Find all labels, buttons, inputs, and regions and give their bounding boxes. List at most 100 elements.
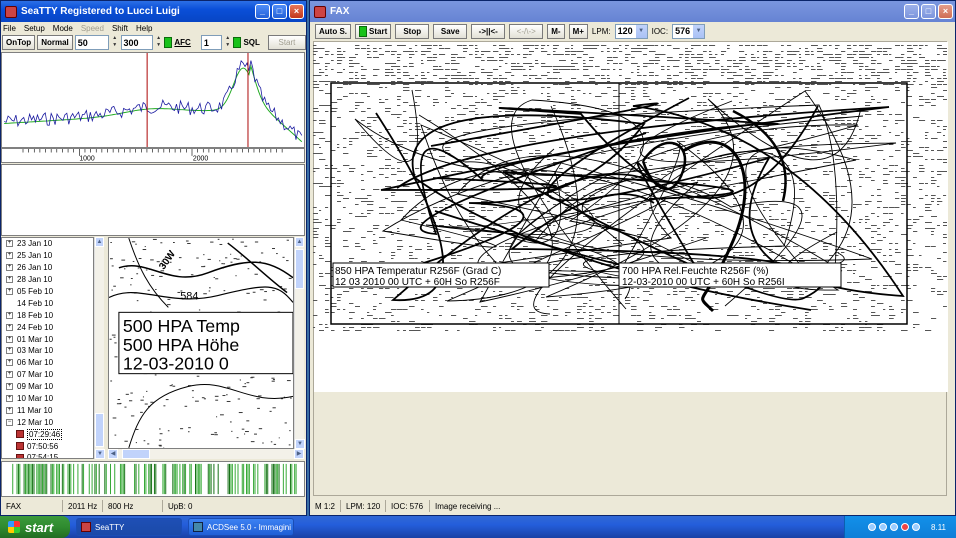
expand-icon[interactable]: +: [6, 371, 13, 379]
preview-scroll-right-icon[interactable]: ▶: [294, 449, 304, 459]
lpm-select[interactable]: 120 ▼: [614, 23, 648, 39]
tree-file-item[interactable]: 07:50:56: [2, 440, 93, 452]
preview-scroll-down-icon[interactable]: ▼: [295, 439, 305, 449]
tree-item[interactable]: +06 Mar 10: [2, 357, 93, 369]
tree-item[interactable]: +28 Jan 10: [2, 274, 93, 286]
tree-file-label: 07:29:46: [27, 428, 63, 440]
tray-update-icon[interactable]: [912, 523, 921, 531]
preview-scroll-up-icon[interactable]: ▲: [295, 237, 304, 247]
preview-vscroll-thumb[interactable]: [295, 249, 304, 289]
tree-item[interactable]: +01 Mar 10: [2, 333, 93, 345]
taskbar-item-acdsee[interactable]: ACDSee 5.0 - Immagini: [188, 518, 294, 536]
menu-mode[interactable]: Mode: [53, 24, 73, 33]
lpm-dropdown-icon[interactable]: ▼: [635, 24, 647, 38]
value1-spinner[interactable]: ▲ ▼: [111, 35, 119, 50]
expand-icon[interactable]: +: [6, 406, 13, 414]
tree-file-item[interactable]: 07:54:15: [2, 452, 93, 458]
expand-icon[interactable]: +: [6, 395, 13, 403]
menu-speed[interactable]: Speed: [81, 24, 104, 33]
taskbar-item-seatty[interactable]: SeaTTY: [76, 518, 182, 536]
expand-icon[interactable]: +: [6, 323, 13, 331]
fax-toolbar: Auto S. Start Stop Save ->||<- <-/\-> M-…: [313, 21, 953, 41]
tree-scroll-thumb[interactable]: [95, 413, 104, 447]
seatty-titlebar[interactable]: SeaTTY Registered to Lucci Luigi _ □ ×: [1, 1, 306, 22]
tree-item[interactable]: +25 Jan 10: [2, 250, 93, 262]
tree-item-label: 11 Mar 10: [17, 405, 53, 415]
save-button[interactable]: Save: [433, 23, 468, 39]
tree-item[interactable]: −12 Mar 10: [2, 416, 93, 428]
align-back-button[interactable]: <-/\->: [509, 23, 544, 39]
expand-icon[interactable]: +: [6, 240, 13, 248]
preview-scroll-left-icon[interactable]: ◀: [108, 449, 118, 459]
normal-button[interactable]: Normal: [37, 35, 73, 50]
tree-item[interactable]: +10 Mar 10: [2, 393, 93, 405]
expand-icon[interactable]: +: [6, 276, 13, 284]
tree-item[interactable]: +09 Mar 10: [2, 381, 93, 393]
expand-icon[interactable]: +: [6, 288, 13, 295]
expand-icon[interactable]: +: [6, 264, 13, 272]
tree-item[interactable]: +11 Mar 10: [2, 404, 93, 416]
fax-maximize-icon[interactable]: □: [921, 4, 936, 19]
expand-icon[interactable]: +: [6, 252, 13, 260]
scroll-down-icon[interactable]: ▼: [95, 449, 105, 459]
collapse-icon[interactable]: −: [6, 418, 13, 426]
preview-hscrollbar[interactable]: ◀ ▶: [108, 449, 304, 459]
tree-item[interactable]: 14 Feb 10: [2, 297, 93, 309]
expand-icon[interactable]: +: [6, 347, 13, 355]
value2-input[interactable]: 300: [120, 35, 153, 50]
tree-item[interactable]: +07 Mar 10: [2, 369, 93, 381]
tree-item[interactable]: +23 Jan 10: [2, 238, 93, 250]
menu-help[interactable]: Help: [136, 24, 152, 33]
value3-spinner[interactable]: ▲ ▼: [224, 35, 232, 50]
spectrum-display[interactable]: [1, 52, 305, 148]
ioc-select[interactable]: 576 ▼: [672, 23, 706, 39]
ontop-button[interactable]: OnTop: [2, 35, 36, 50]
close-icon[interactable]: ×: [289, 4, 304, 19]
seatty-text-area[interactable]: [1, 164, 305, 236]
tree-file-item[interactable]: 07:29:46: [2, 428, 93, 440]
start-menu-button[interactable]: start: [0, 516, 70, 538]
ioc-dropdown-icon[interactable]: ▼: [693, 24, 705, 38]
value2-spinner[interactable]: ▲ ▼: [155, 35, 163, 50]
tray-network-icon[interactable]: [868, 523, 877, 531]
scroll-up-icon[interactable]: ▲: [95, 237, 104, 247]
stop-button[interactable]: Stop: [395, 23, 430, 39]
tree-item[interactable]: +05 Feb 10: [2, 286, 93, 298]
tray-security-icon[interactable]: [890, 523, 899, 531]
menu-file[interactable]: File: [3, 24, 16, 33]
sql-toggle[interactable]: SQL: [233, 37, 260, 48]
expand-icon[interactable]: +: [6, 359, 13, 367]
fax-titlebar[interactable]: FAX _ □ ×: [310, 1, 955, 22]
ioc-label: IOC:: [651, 26, 669, 36]
maximize-icon[interactable]: □: [272, 4, 287, 19]
minimize-icon[interactable]: _: [255, 4, 270, 19]
auto-s-button[interactable]: Auto S.: [315, 23, 351, 39]
fax-start-button[interactable]: Start: [355, 23, 392, 39]
tree-item[interactable]: +24 Feb 10: [2, 321, 93, 333]
tree-item[interactable]: +26 Jan 10: [2, 262, 93, 274]
expand-icon[interactable]: +: [6, 335, 13, 343]
menu-shift[interactable]: Shift: [112, 24, 128, 33]
seatty-app-icon: [5, 5, 17, 18]
preview-hscroll-thumb[interactable]: [122, 449, 150, 459]
tree-scrollbar[interactable]: ▲ ▼: [94, 237, 105, 459]
fax-minimize-icon[interactable]: _: [904, 4, 919, 19]
expand-icon[interactable]: +: [6, 383, 13, 391]
tree-item[interactable]: +03 Mar 10: [2, 345, 93, 357]
menu-setup[interactable]: Setup: [24, 24, 45, 33]
preview-vscrollbar[interactable]: ▲ ▼: [294, 237, 305, 449]
afc-toggle[interactable]: AFC: [164, 37, 191, 48]
m-minus-button[interactable]: M-: [547, 23, 565, 39]
fax-preview-image[interactable]: 30W 584 500 HPA Temp 500 HPA Höhe 12-03-…: [108, 237, 294, 449]
value1-input[interactable]: 50: [74, 35, 109, 50]
align-forward-button[interactable]: ->||<-: [471, 23, 506, 39]
ioc-value: 576: [675, 26, 691, 36]
start-button[interactable]: Start: [267, 35, 306, 50]
expand-icon[interactable]: +: [6, 311, 13, 319]
tree-item[interactable]: +18 Feb 10: [2, 309, 93, 321]
value3-input[interactable]: 1: [200, 35, 222, 50]
tray-antivirus-icon[interactable]: [901, 523, 910, 531]
m-plus-button[interactable]: M+: [568, 23, 588, 39]
fax-close-icon[interactable]: ×: [938, 4, 953, 19]
tray-volume-icon[interactable]: [879, 523, 888, 531]
